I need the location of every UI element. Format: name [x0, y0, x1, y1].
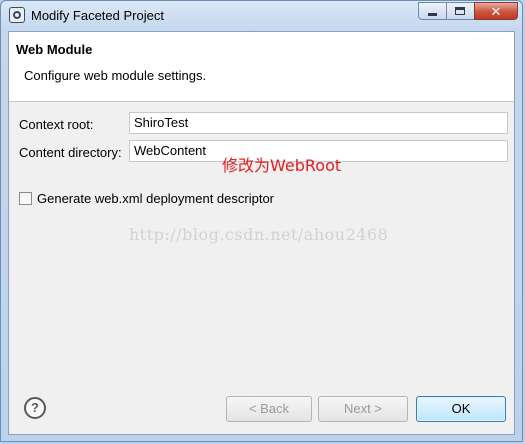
content-directory-label: Content directory:	[19, 145, 122, 160]
close-icon: ✕	[490, 4, 502, 19]
maximize-button[interactable]	[446, 2, 474, 20]
generate-web-xml-option[interactable]: Generate web.xml deployment descriptor	[19, 191, 274, 206]
context-root-input[interactable]: ShiroTest	[129, 112, 508, 134]
title-bar[interactable]: Modify Faceted Project ✕	[1, 1, 522, 31]
generate-web-xml-checkbox[interactable]	[19, 192, 32, 205]
dialog-client-area: Web Module Configure web module settings…	[8, 31, 515, 435]
next-button[interactable]: Next >	[318, 396, 408, 422]
annotation-note: 修改为WebRoot	[222, 156, 342, 175]
ok-button[interactable]: OK	[416, 396, 506, 422]
question-mark-icon: ?	[31, 400, 39, 415]
window-controls: ✕	[418, 2, 518, 20]
watermark-text: http://blog.csdn.net/ahou2468	[129, 225, 389, 244]
window-title: Modify Faceted Project	[31, 8, 164, 23]
wizard-header: Web Module Configure web module settings…	[9, 32, 514, 102]
page-description: Configure web module settings.	[24, 68, 207, 83]
dialog-window: Modify Faceted Project ✕ Web Module Conf…	[0, 0, 523, 442]
minimize-button[interactable]	[418, 2, 446, 20]
context-root-label: Context root:	[19, 117, 94, 132]
back-button[interactable]: < Back	[226, 396, 312, 422]
generate-web-xml-label: Generate web.xml deployment descriptor	[37, 191, 275, 206]
help-button[interactable]: ?	[24, 397, 46, 419]
close-button[interactable]: ✕	[474, 2, 518, 20]
eclipse-app-icon	[9, 7, 25, 23]
page-title: Web Module	[16, 42, 93, 57]
